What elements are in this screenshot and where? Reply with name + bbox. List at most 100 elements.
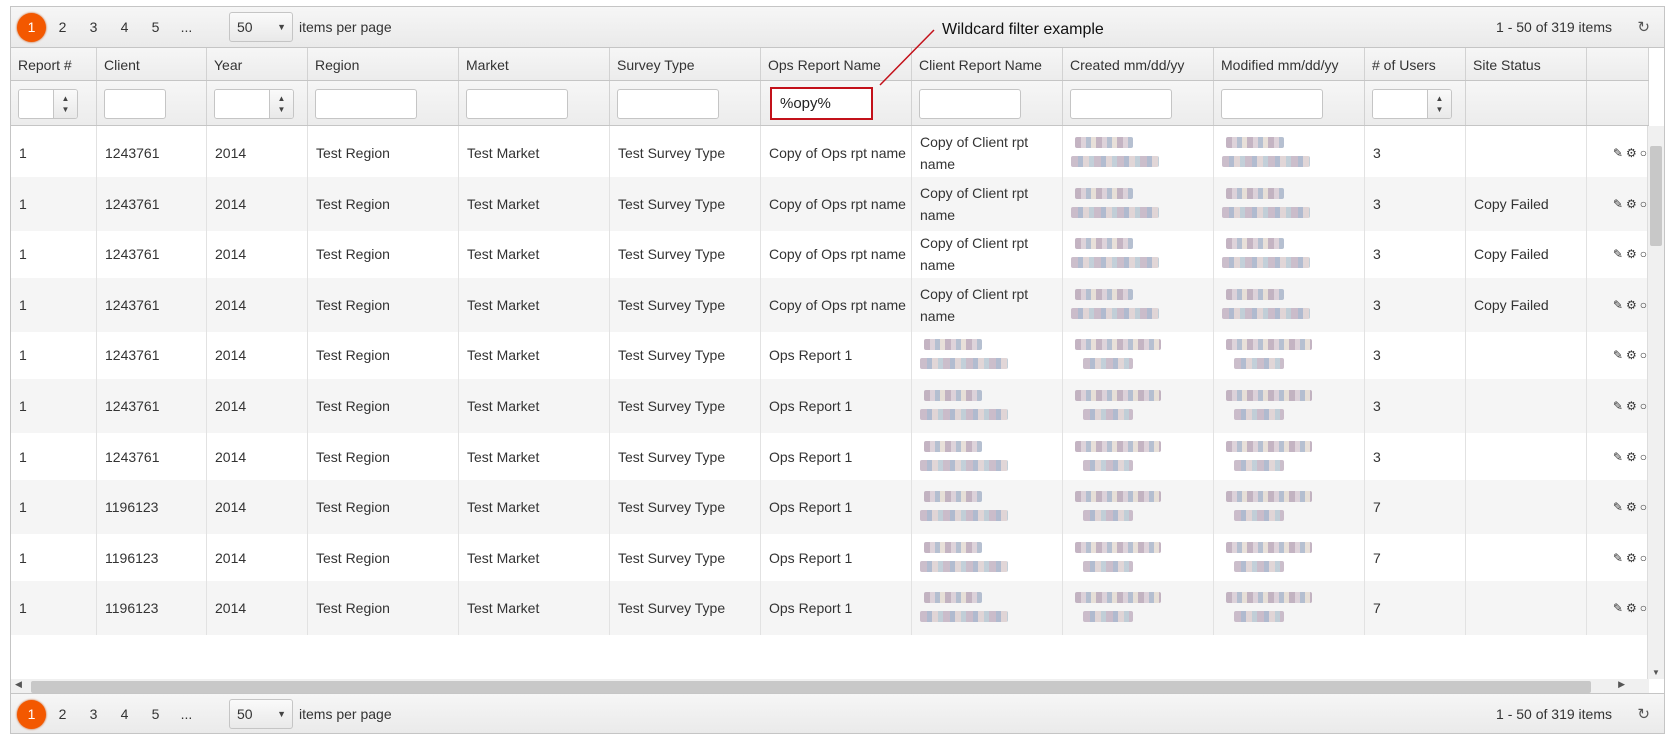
gear-icon[interactable]: ⚙ (1626, 500, 1637, 514)
page-button[interactable]: ... (172, 13, 201, 42)
pencil-icon[interactable]: ✎ (1613, 601, 1623, 615)
table-row[interactable]: 1 1196123 2014 Test Region Test Market Test S… (11, 581, 1649, 636)
scroll-left-icon[interactable]: ◀ (15, 679, 22, 690)
gear-icon[interactable]: ⚙ (1626, 197, 1637, 211)
column-header-market[interactable]: Market (459, 48, 610, 80)
pencil-icon[interactable]: ✎ (1613, 500, 1623, 514)
filter-created-date-input[interactable] (1070, 89, 1172, 119)
page-button[interactable]: 4 (110, 13, 139, 42)
filter-user-count-input[interactable] (1373, 90, 1427, 118)
circle-icon[interactable]: ○ (1640, 500, 1647, 514)
page-button[interactable]: 3 (79, 13, 108, 42)
arrow-up-icon[interactable]: ▲ (1436, 93, 1444, 104)
column-header-site-status[interactable]: Site Status (1466, 48, 1587, 80)
column-header-client-report-name[interactable]: Client Report Name (912, 48, 1063, 80)
table-row[interactable]: 1 1243761 2014 Test Region Test Market Test S… (11, 277, 1649, 332)
table-row[interactable]: 1 1243761 2014 Test Region Test Market Test S… (11, 126, 1649, 180)
column-header-created-date[interactable]: Created mm/dd/yy (1063, 48, 1214, 80)
page-button[interactable]: 2 (48, 700, 77, 729)
arrow-down-icon[interactable]: ▼ (62, 104, 70, 115)
arrow-down-icon[interactable]: ▼ (278, 104, 286, 115)
pencil-icon[interactable]: ✎ (1613, 399, 1623, 413)
pencil-icon[interactable]: ✎ (1613, 197, 1623, 211)
page-button[interactable]: ... (172, 700, 201, 729)
row-actions: ✎ ⚙ ○ (1587, 581, 1649, 635)
stepper-arrows-icon[interactable]: ▲ ▼ (53, 90, 77, 118)
horizontal-scrollbar[interactable]: ◀ ▶ (11, 679, 1649, 693)
circle-icon[interactable]: ○ (1640, 247, 1647, 261)
gear-icon[interactable]: ⚙ (1626, 348, 1637, 362)
gear-icon[interactable]: ⚙ (1626, 298, 1637, 312)
filter-year-input[interactable] (215, 90, 269, 118)
column-header-user-count[interactable]: # of Users (1365, 48, 1466, 80)
page-button[interactable]: 5 (141, 700, 170, 729)
column-header-survey-type[interactable]: Survey Type (610, 48, 761, 80)
table-row[interactable]: 1 1243761 2014 Test Region Test Market Test S… (11, 176, 1649, 231)
page-button[interactable]: 3 (79, 700, 108, 729)
vertical-scrollbar[interactable]: ▼ (1647, 126, 1664, 679)
filter-ops-report-name-input[interactable] (770, 87, 873, 120)
horizontal-scroll-thumb[interactable] (31, 681, 1591, 693)
circle-icon[interactable]: ○ (1640, 298, 1647, 312)
cell-market: Test Market (459, 379, 610, 433)
column-header-ops-report-name[interactable]: Ops Report Name (761, 48, 912, 80)
filter-market-input[interactable] (466, 89, 568, 119)
gear-icon[interactable]: ⚙ (1626, 247, 1637, 261)
column-header-region[interactable]: Region (308, 48, 459, 80)
arrow-down-icon[interactable]: ▼ (1436, 104, 1444, 115)
filter-user-count-stepper[interactable]: ▲ ▼ (1372, 89, 1452, 119)
gear-icon[interactable]: ⚙ (1626, 551, 1637, 565)
table-row[interactable]: 1 1196123 2014 Test Region Test Market Test S… (11, 480, 1649, 535)
pencil-icon[interactable]: ✎ (1613, 298, 1623, 312)
table-row[interactable]: 1 1243761 2014 Test Region Test Market Test S… (11, 227, 1649, 282)
circle-icon[interactable]: ○ (1640, 601, 1647, 615)
table-row[interactable]: 1 1196123 2014 Test Region Test Market Test S… (11, 530, 1649, 585)
filter-region-input[interactable] (315, 89, 417, 119)
table-row[interactable]: 1 1243761 2014 Test Region Test Market Test S… (11, 379, 1649, 433)
vertical-scroll-thumb[interactable] (1650, 146, 1662, 246)
pencil-icon[interactable]: ✎ (1613, 450, 1623, 464)
table-row[interactable]: 1 1243761 2014 Test Region Test Market Test S… (11, 429, 1649, 484)
pencil-icon[interactable]: ✎ (1613, 146, 1623, 160)
column-header-report-number[interactable]: Report # (11, 48, 97, 80)
filter-client-input[interactable] (104, 89, 166, 119)
filter-survey-type-input[interactable] (617, 89, 719, 119)
scroll-right-icon[interactable]: ▶ (1618, 679, 1625, 690)
pencil-icon[interactable]: ✎ (1613, 551, 1623, 565)
page-button[interactable]: 2 (48, 13, 77, 42)
circle-icon[interactable]: ○ (1640, 450, 1647, 464)
arrow-up-icon[interactable]: ▲ (278, 93, 286, 104)
filter-report-number-input[interactable] (19, 90, 53, 118)
filter-modified-date-input[interactable] (1221, 89, 1323, 119)
circle-icon[interactable]: ○ (1640, 146, 1647, 160)
filter-client-report-name-input[interactable] (919, 89, 1021, 119)
filter-year-stepper[interactable]: ▲ ▼ (214, 89, 294, 119)
circle-icon[interactable]: ○ (1640, 197, 1647, 211)
circle-icon[interactable]: ○ (1640, 551, 1647, 565)
gear-icon[interactable]: ⚙ (1626, 450, 1637, 464)
circle-icon[interactable]: ○ (1640, 399, 1647, 413)
column-header-client[interactable]: Client (97, 48, 207, 80)
scroll-down-icon[interactable]: ▼ (1652, 668, 1660, 677)
gear-icon[interactable]: ⚙ (1626, 146, 1637, 160)
page-button[interactable]: 1 (17, 699, 46, 729)
page-size-select[interactable]: 50 ▼ (229, 699, 293, 729)
stepper-arrows-icon[interactable]: ▲ ▼ (269, 90, 293, 118)
page-button[interactable]: 4 (110, 700, 139, 729)
column-header-modified-date[interactable]: Modified mm/dd/yy (1214, 48, 1365, 80)
arrow-up-icon[interactable]: ▲ (62, 93, 70, 104)
pencil-icon[interactable]: ✎ (1613, 247, 1623, 261)
page-button[interactable]: 1 (17, 12, 46, 42)
column-header-year[interactable]: Year (207, 48, 308, 80)
table-row[interactable]: 1 1243761 2014 Test Region Test Market Test S… (11, 328, 1649, 383)
pencil-icon[interactable]: ✎ (1613, 348, 1623, 362)
gear-icon[interactable]: ⚙ (1626, 601, 1637, 615)
stepper-arrows-icon[interactable]: ▲ ▼ (1427, 90, 1451, 118)
refresh-icon[interactable]: ↻ (1637, 18, 1650, 36)
page-button[interactable]: 5 (141, 13, 170, 42)
page-size-select[interactable]: 50 ▼ (229, 12, 293, 42)
gear-icon[interactable]: ⚙ (1626, 399, 1637, 413)
circle-icon[interactable]: ○ (1640, 348, 1647, 362)
refresh-icon[interactable]: ↻ (1637, 705, 1650, 723)
filter-report-number-stepper[interactable]: ▲ ▼ (18, 89, 78, 119)
